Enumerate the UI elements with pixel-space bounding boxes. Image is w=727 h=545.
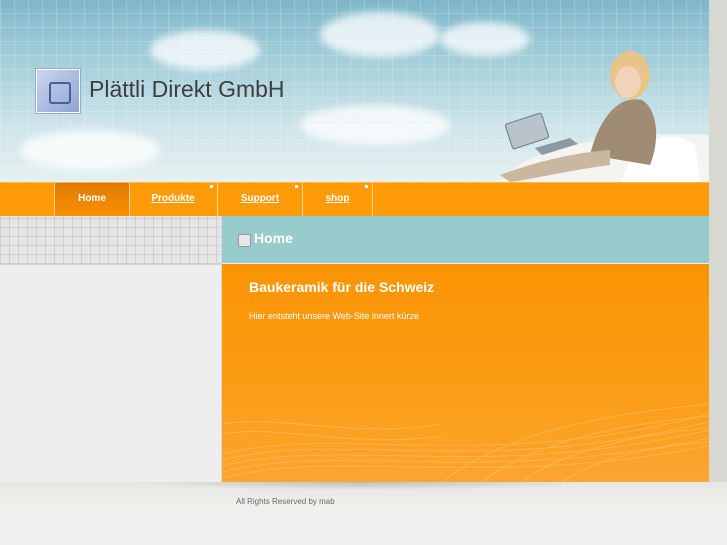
main-content: Baukeramik für die Schweiz Hier entsteht… — [222, 264, 709, 482]
woman-with-laptop-image — [500, 51, 709, 182]
content-heading: Baukeramik für die Schweiz — [249, 279, 435, 295]
submenu-indicator-icon — [210, 185, 213, 188]
nav-produkte[interactable]: Produkte — [129, 183, 218, 216]
nav-home-label[interactable]: Home — [78, 193, 106, 204]
nav-shop-label[interactable]: shop — [326, 193, 350, 204]
footer: All Rights Reserved by mab — [0, 482, 727, 545]
company-name: Plättli Direkt GmbH — [89, 76, 285, 102]
company-logo-icon — [36, 69, 80, 113]
cloud — [150, 30, 260, 70]
left-sidebar — [0, 216, 222, 482]
wave-pattern-decoration — [222, 403, 709, 482]
nav-support[interactable]: Support — [218, 183, 303, 216]
page-title: Home — [254, 230, 293, 246]
header-banner: Plättli Direkt GmbH — [0, 0, 709, 182]
cloud — [300, 105, 450, 145]
nav-shop[interactable]: shop — [303, 183, 373, 216]
right-edge-strip — [709, 0, 727, 482]
nav-home[interactable]: Home — [54, 183, 130, 216]
nav-produkte-label[interactable]: Produkte — [151, 193, 194, 204]
footer-shadow — [130, 482, 590, 490]
nav-support-label[interactable]: Support — [241, 193, 279, 204]
page-icon — [238, 234, 251, 247]
sidebar-grid-pattern — [0, 216, 221, 265]
cloud — [320, 12, 440, 57]
main-navigation: Home Produkte Support shop — [0, 182, 709, 216]
submenu-indicator-icon — [295, 185, 298, 188]
footer-copyright: All Rights Reserved by mab — [236, 497, 335, 506]
cloud — [20, 130, 160, 170]
submenu-indicator-icon — [365, 185, 368, 188]
page-title-bar: Home — [222, 216, 709, 263]
content-text: Hier entsteht unsere Web-Site innert kür… — [249, 311, 419, 321]
